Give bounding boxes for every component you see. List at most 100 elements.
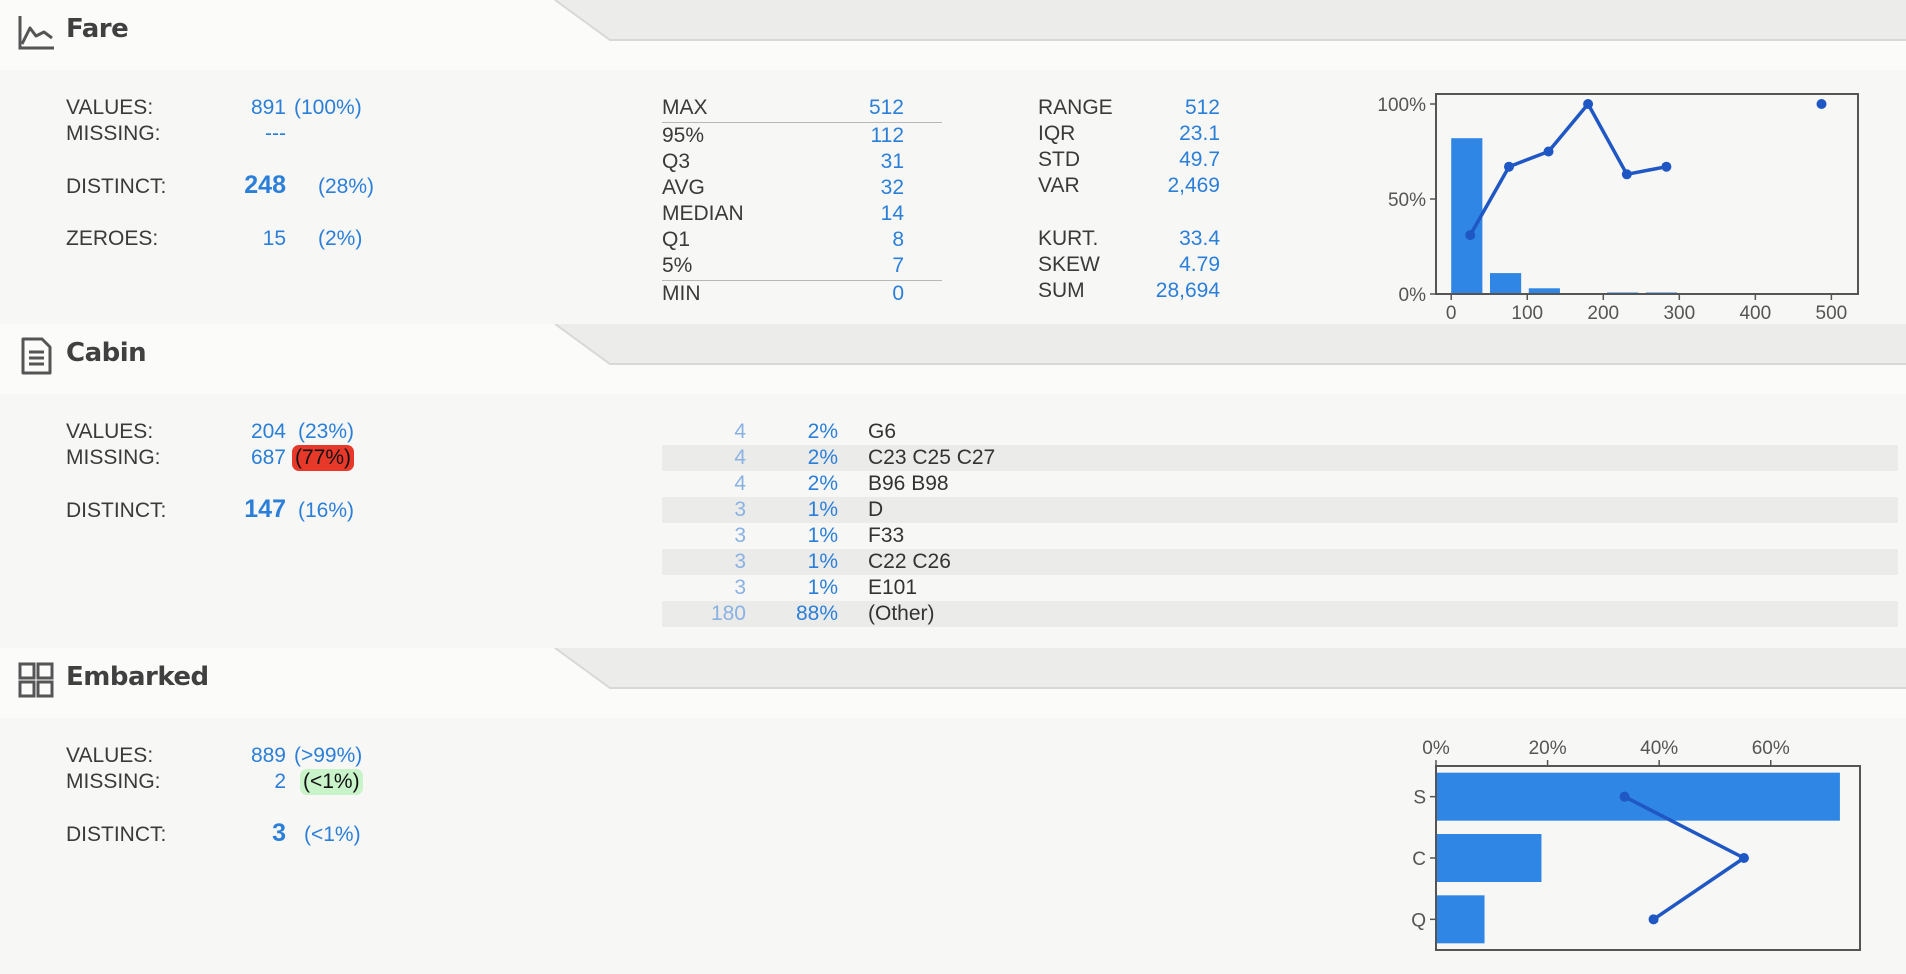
zeroes-row: ZEROES: 15 (2%): [0, 226, 380, 252]
distinct-pct: (<1%): [304, 823, 361, 846]
histogram-bar: [1489, 273, 1522, 294]
quantile-label: MAX: [662, 96, 708, 119]
frequency-value: B96 B98: [868, 472, 949, 495]
distinct-count: 248: [244, 171, 286, 199]
line-point: [1738, 853, 1749, 863]
stat-value: 23.1: [1179, 122, 1220, 145]
frequency-pct: 2%: [807, 472, 838, 495]
missing-pct-badge: (<1%): [300, 769, 363, 795]
quantile-row: MIN 0: [662, 281, 942, 307]
quantile-row: MAX 512: [662, 95, 942, 121]
section-title: Cabin: [66, 338, 147, 368]
stat-label: KURT.: [1038, 227, 1099, 250]
x-tick-label: 500: [1816, 303, 1848, 324]
frequency-count: 4: [734, 420, 746, 443]
cumulative-line: [1468, 102, 1667, 236]
frequency-count: 4: [734, 472, 746, 495]
y-tick-label: 50%: [1388, 190, 1426, 211]
category-label: S: [1413, 788, 1426, 809]
line-chart-icon: [16, 12, 56, 52]
frequency-value: C23 C25 C27: [868, 446, 996, 469]
missing-label: MISSING:: [66, 446, 161, 469]
fare-section: Fare VALUES: 891 (100%) MISSING: --- DIS…: [0, 0, 1906, 324]
values-pct: (>99%): [294, 744, 363, 767]
quantile-value: 32: [880, 176, 904, 199]
values-row: VALUES: 889 (>99%): [0, 743, 380, 769]
stat-value: 28,694: [1155, 279, 1220, 302]
line-point: [1621, 169, 1632, 180]
frequency-count: 3: [734, 524, 746, 547]
frequency-count: 180: [710, 602, 746, 625]
stat-label: SKEW: [1038, 253, 1100, 276]
missing-pct-badge: (77%): [292, 445, 355, 471]
category-label: C: [1412, 849, 1426, 870]
quantile-label: MIN: [662, 282, 701, 305]
quantile-label: 95%: [662, 124, 705, 147]
frequency-value: G6: [868, 420, 897, 443]
x-tick-label: 300: [1663, 303, 1695, 324]
line-point: [1816, 99, 1827, 109]
line-point: [1543, 146, 1554, 157]
frequency-value: C22 C26: [868, 550, 951, 573]
quantile-row: 95% 112: [662, 123, 942, 149]
frequency-pct: 1%: [807, 524, 838, 547]
quantile-row: Q3 31: [662, 149, 942, 175]
quantile-label: 5%: [662, 254, 693, 277]
zeroes-label: ZEROES:: [66, 227, 159, 250]
x-tick-label: 200: [1587, 303, 1619, 324]
line-point: [1583, 99, 1594, 109]
x-tick-label: 0: [1446, 303, 1457, 324]
fare-histogram-chart: 0 100 200 300 400 500 0% 50% 100%: [1377, 93, 1859, 324]
x-tick-label: 400: [1739, 303, 1771, 324]
missing-row: MISSING: ---: [0, 121, 380, 147]
frequency-value: F33: [868, 524, 905, 547]
y-tick-label: 0%: [1399, 285, 1427, 306]
y-tick-label: 100%: [1377, 95, 1426, 116]
distinct-row: DISTINCT: 147 (16%): [0, 496, 380, 528]
frequency-pct: 1%: [807, 576, 838, 599]
frequency-row: 4 2% B96 B98: [662, 471, 1898, 497]
line-point: [1465, 230, 1476, 241]
distinct-label: DISTINCT:: [66, 823, 167, 846]
stat-value: 2,469: [1167, 174, 1220, 197]
frequency-row: 3 1% F33: [662, 523, 1898, 549]
missing-label: MISSING:: [66, 770, 161, 793]
document-icon: [16, 336, 56, 376]
stat-value: 4.79: [1179, 253, 1220, 276]
bar: [1436, 834, 1542, 882]
quantile-value: 512: [868, 96, 904, 119]
frequency-row: 3 1% C22 C26: [662, 549, 1898, 575]
values-count: 889: [250, 744, 286, 767]
stat-label: VAR: [1038, 174, 1080, 197]
missing-count: 2: [274, 770, 286, 793]
bar: [1436, 895, 1485, 944]
x-tick-label: 20%: [1529, 738, 1567, 759]
plot-frame: [1435, 93, 1859, 295]
cabin-header-band: [0, 324, 1906, 394]
stat-row: STD 49.7: [1038, 147, 1220, 173]
line-point: [1619, 791, 1630, 802]
missing-row: MISSING: 2 (<1%): [0, 769, 380, 795]
distinct-row: DISTINCT: 248 (28%): [0, 171, 380, 204]
missing-value: ---: [265, 122, 286, 145]
stat-label: SUM: [1038, 279, 1085, 302]
zeroes-count: 15: [262, 227, 286, 250]
quantile-value: 8: [892, 228, 904, 251]
distinct-label: DISTINCT:: [66, 499, 167, 522]
stat-row: KURT. 33.4: [1038, 226, 1220, 252]
embarked-header-band: [0, 648, 1906, 718]
frequency-row: 3 1% D: [662, 497, 1898, 523]
line-point: [1661, 161, 1672, 172]
quantile-row: Q1 8: [662, 227, 942, 253]
frequency-row: 3 1% E101: [662, 575, 1898, 601]
x-tick-label: 40%: [1640, 738, 1678, 759]
bar: [1436, 772, 1840, 821]
frequency-pct: 88%: [795, 602, 838, 625]
stat-value: 49.7: [1179, 148, 1220, 171]
quantile-label: MEDIAN: [662, 202, 744, 225]
quantile-value: 0: [892, 282, 904, 305]
values-label: VALUES:: [66, 744, 154, 767]
stat-row: RANGE 512: [1038, 95, 1220, 121]
missing-label: MISSING:: [66, 122, 161, 145]
stat-value: 33.4: [1179, 227, 1220, 250]
